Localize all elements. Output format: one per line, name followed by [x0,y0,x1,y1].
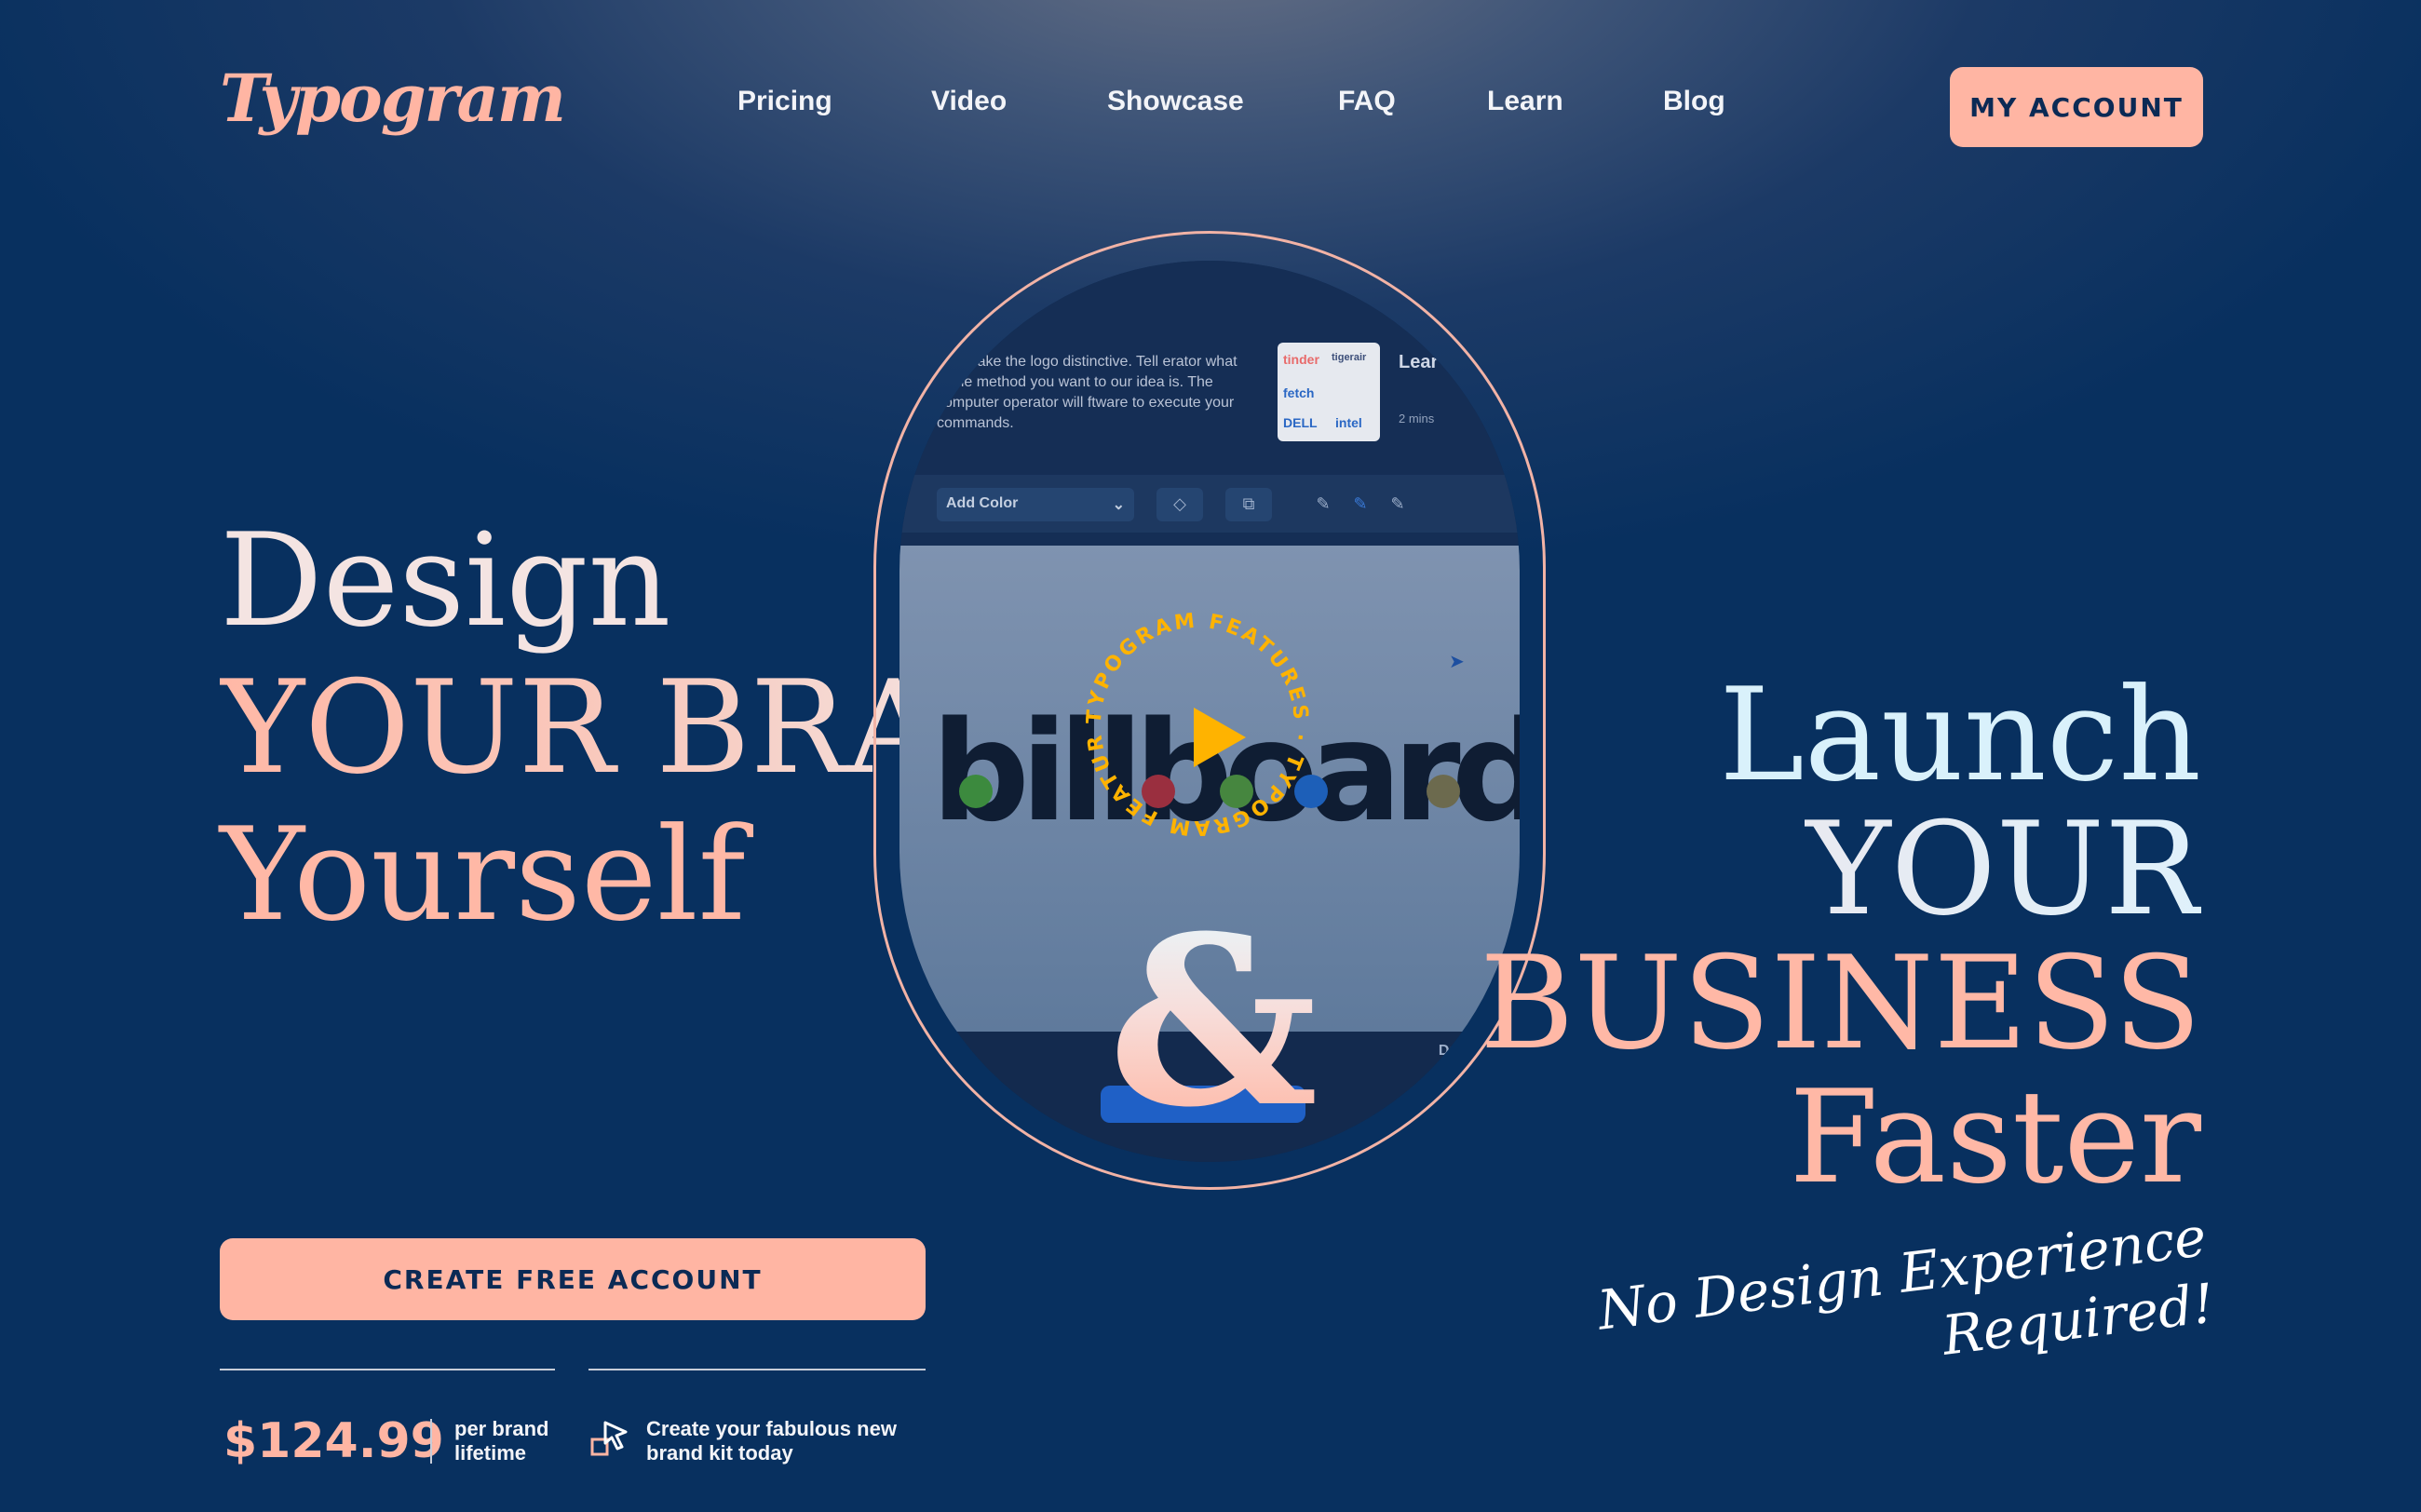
price-value: $124.99 [223,1413,444,1469]
price-separator [430,1419,432,1464]
thumb-brand-intel: intel [1335,415,1362,430]
thumb-brand-tinder: tinder [1283,352,1319,367]
price-note: per brand lifetime [454,1417,548,1465]
ampersand-graphic: & [1069,905,1358,1138]
create-free-account-button[interactable]: CREATE FREE ACCOUNT [220,1238,926,1320]
price-note-line-1: per brand [454,1417,549,1440]
lesson-duration: 2 mins [1399,412,1435,425]
add-color-label: Add Color [946,495,1019,511]
hero-right-line-faster: Faster [1789,1062,2201,1212]
divider-left [220,1369,555,1370]
thumb-brand-tigerair: tigerair [1332,352,1367,363]
cursor-icon: ➤ [1449,650,1465,672]
add-color-select[interactable]: Add Color ⌄ [937,488,1134,521]
nav-showcase[interactable]: Showcase [1107,86,1244,117]
thumb-brand-dell: DELL [1283,415,1318,430]
play-icon[interactable] [1194,708,1246,767]
lesson-title: Lear Distin [1399,352,1495,372]
hero-right-line-your: YOUR [1480,803,2201,937]
shapes-icon[interactable]: ◇ [1156,488,1203,521]
my-account-button[interactable]: MY ACCOUNT [1950,67,2203,147]
nav-learn[interactable]: Learn [1487,86,1563,117]
price-note-line-2: lifetime [454,1441,527,1465]
nav-pricing[interactable]: Pricing [737,86,832,117]
chevron-down-icon: ⌄ [1112,497,1125,513]
site-header: Typogram Pricing Video Showcase FAQ Lear… [0,0,2421,214]
logo-dot-1 [959,775,993,808]
hero-right-line-launch: Launch [1719,660,2201,810]
kit-note-line-1: Create your fabulous new [646,1417,897,1440]
nav-faq[interactable]: FAQ [1338,86,1396,117]
editor-toolbar: Add Color ⌄ ◇ ⧉ ✎ ✎ ✎ [899,475,1520,533]
lesson-description: s to make the logo distinctive. Tell era… [937,354,1238,431]
edit-tool-icon[interactable]: ✎ [1374,488,1421,521]
no-design-experience-tagline: No Design Experience Required! [1593,1203,2218,1411]
duplicate-label[interactable]: Dup [1439,1043,1467,1060]
cursor-select-icon [590,1421,628,1456]
kit-note-line-2: brand kit today [646,1441,793,1465]
nav-video[interactable]: Video [931,86,1007,117]
logo-dot-5 [1427,775,1460,808]
layers-icon[interactable]: ⧉ [1225,488,1272,521]
hero-right-line-business: BUSINESS [1480,928,2201,1078]
nav-blog[interactable]: Blog [1663,86,1725,117]
lesson-thumbnail[interactable]: tinder tigerair fetch DELL intel [1278,343,1380,441]
thumb-brand-fetch: fetch [1283,385,1315,400]
brand-kit-note: Create your fabulous new brand kit today [646,1417,897,1465]
hero-right-heading: Launch YOUR BUSINESS Faster [1480,668,2201,1205]
divider-right [588,1369,926,1370]
